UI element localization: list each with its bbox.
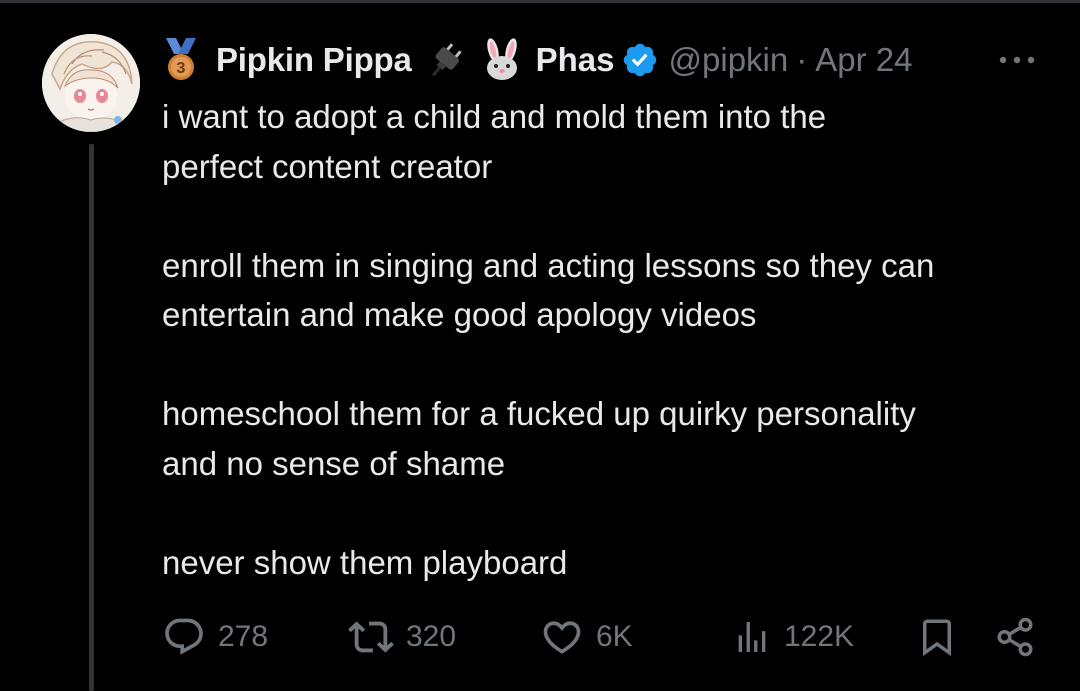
avatar[interactable] bbox=[42, 34, 140, 132]
timestamp[interactable]: Apr 24 bbox=[815, 41, 912, 79]
reply-button[interactable]: 278 bbox=[162, 612, 268, 662]
bookmark-button[interactable] bbox=[916, 612, 958, 662]
tweet-header: 3 Pipkin Pippa Phas @pipkin · Apr 24 bbox=[162, 34, 1052, 86]
views-chart-icon bbox=[738, 622, 766, 652]
tweet-paragraph: enroll them in singing and acting lesson… bbox=[162, 246, 935, 334]
more-options-icon[interactable] bbox=[997, 50, 1037, 70]
verified-badge-icon[interactable] bbox=[621, 41, 659, 79]
display-name-tail[interactable]: Phas bbox=[536, 41, 615, 79]
rabbit-icon bbox=[486, 38, 517, 80]
share-icon bbox=[997, 617, 1033, 657]
separator-dot: · bbox=[796, 41, 808, 78]
like-button[interactable]: 6K bbox=[540, 612, 633, 662]
action-bar: 278 320 6K 122K bbox=[0, 612, 1080, 662]
bookmark-icon bbox=[923, 619, 951, 657]
views-button[interactable]: 122K bbox=[732, 612, 854, 662]
medal-3-icon: 3 bbox=[166, 38, 196, 80]
tweet-text: i want to adopt a child and mold them in… bbox=[162, 92, 1062, 587]
avatar-image bbox=[42, 34, 140, 132]
reply-icon bbox=[165, 618, 203, 655]
retweet-count: 320 bbox=[406, 620, 457, 653]
thread-line bbox=[89, 144, 94, 691]
top-divider bbox=[0, 0, 1080, 3]
handle[interactable]: @pipkin bbox=[669, 41, 789, 79]
tweet-paragraph: never show them playboard bbox=[162, 543, 568, 581]
heart-icon bbox=[543, 621, 581, 654]
like-count: 6K bbox=[596, 620, 633, 653]
tweet-paragraph: i want to adopt a child and mold them in… bbox=[162, 98, 827, 185]
reply-count: 278 bbox=[218, 620, 269, 653]
retweet-icon bbox=[348, 621, 394, 653]
tweet-paragraph: homeschool them for a fucked up quirky p… bbox=[162, 395, 916, 482]
views-count: 122K bbox=[784, 620, 855, 653]
display-name[interactable]: Pipkin Pippa bbox=[216, 41, 412, 79]
plug-icon bbox=[431, 43, 462, 77]
share-button[interactable] bbox=[994, 612, 1036, 662]
retweet-button[interactable]: 320 bbox=[348, 612, 456, 662]
svg-text:3: 3 bbox=[177, 60, 186, 77]
